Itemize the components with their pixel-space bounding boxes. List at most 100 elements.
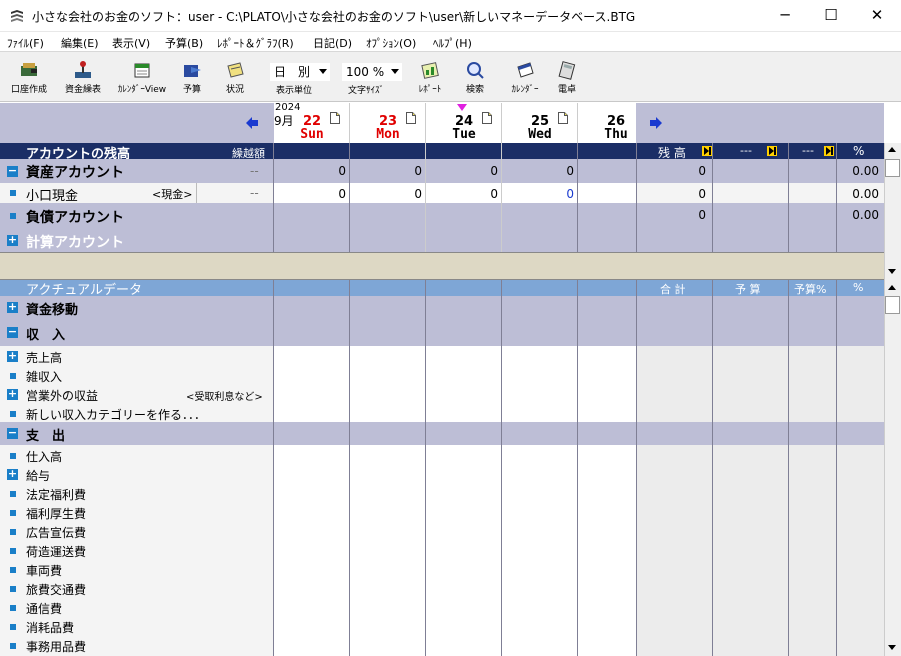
scroll-up-icon[interactable] xyxy=(888,285,896,290)
category-day-cells[interactable] xyxy=(274,366,636,385)
collapse-icon[interactable]: − xyxy=(7,427,18,439)
category-label: 雑収入 xyxy=(26,370,63,384)
column-menu-icon[interactable] xyxy=(702,146,712,156)
actual-scrollbar[interactable] xyxy=(884,280,901,656)
menu-help[interactable]: ﾍﾙﾌﾟ(H) xyxy=(433,35,472,51)
category-day-cells[interactable] xyxy=(274,404,636,423)
category-day-cells[interactable] xyxy=(274,503,636,522)
calendar-button[interactable]: ｶﾚﾝﾀﾞｰ xyxy=(500,60,550,95)
arrow-right-icon[interactable] xyxy=(650,117,662,129)
category-day-cells[interactable] xyxy=(274,598,636,617)
report-button[interactable]: ﾚﾎﾟｰﾄ xyxy=(410,60,450,95)
budget-icon xyxy=(184,65,201,77)
arrow-left-icon[interactable] xyxy=(246,117,258,129)
note-icon[interactable] xyxy=(330,112,340,124)
bullet-icon xyxy=(10,213,16,219)
budget-button[interactable]: 予算 xyxy=(177,60,207,95)
cash-value[interactable]: 0 xyxy=(534,187,574,201)
menu-diary[interactable]: 日記(D) xyxy=(313,35,352,51)
menu-file[interactable]: ﾌｧｲﾙ(F) xyxy=(7,35,44,51)
category-day-cells[interactable] xyxy=(274,385,636,404)
category-day-cells[interactable] xyxy=(274,484,636,503)
expense-header-label: 支 出 xyxy=(26,429,66,444)
cash-value[interactable]: 0 xyxy=(306,187,346,201)
column-menu-icon[interactable] xyxy=(767,146,777,156)
main-grid: 2024 9月 22 Sun 23 Mon 24 Tue 25 Wed 26 Thu アカウントの… xyxy=(0,102,901,656)
budget-column-header: 予 算 xyxy=(735,283,761,296)
category-day-cells[interactable] xyxy=(274,636,636,655)
expand-icon[interactable]: + xyxy=(7,234,18,246)
dash-column-header-1: --- xyxy=(740,144,752,157)
asset-value: 0 xyxy=(566,164,574,178)
category-day-cells[interactable] xyxy=(274,617,636,636)
category-day-cells[interactable] xyxy=(274,579,636,598)
scroll-thumb[interactable] xyxy=(885,296,900,314)
asset-account-row[interactable] xyxy=(0,159,884,183)
cash-pct: 0.00 xyxy=(852,187,879,201)
expand-icon[interactable]: + xyxy=(7,468,18,480)
calculator-button[interactable]: 電卓 xyxy=(553,60,581,95)
menu-edit[interactable]: 編集(E) xyxy=(61,35,99,51)
petty-cash-label: 小口現金 xyxy=(26,189,79,204)
grid-line xyxy=(712,143,713,252)
grid-line xyxy=(501,103,502,252)
note-icon[interactable] xyxy=(482,112,492,124)
collapse-icon[interactable]: − xyxy=(7,326,18,338)
expand-icon[interactable]: + xyxy=(7,388,18,400)
minimize-button[interactable]: ─ xyxy=(762,0,808,32)
category-label: 仕入高 xyxy=(26,450,63,464)
scroll-up-icon[interactable] xyxy=(888,147,896,152)
note-icon[interactable] xyxy=(558,112,568,124)
bullet-icon xyxy=(10,510,16,516)
category-label: 給与 xyxy=(26,469,51,483)
menu-budget[interactable]: 予算(B) xyxy=(165,35,203,51)
collapse-icon[interactable]: − xyxy=(7,165,18,177)
grid-line xyxy=(577,143,578,252)
grid-line xyxy=(425,103,426,252)
menu-options[interactable]: ｵﾌﾟｼｮﾝ(O) xyxy=(366,35,416,51)
close-button[interactable]: ✕ xyxy=(854,0,900,32)
category-label: 車両費 xyxy=(26,564,63,578)
bullet-icon xyxy=(10,190,16,196)
display-unit-label: 表示単位 xyxy=(276,86,313,96)
category-day-cells[interactable] xyxy=(274,446,636,465)
cash-value[interactable]: 0 xyxy=(382,187,422,201)
ledger-button[interactable]: 資金繰表 xyxy=(60,60,106,95)
menu-report[interactable]: ﾚﾎﾟｰﾄ＆ｸﾞﾗﾌ(R) xyxy=(217,35,294,51)
maximize-button[interactable]: ☐ xyxy=(808,0,854,32)
font-size-select[interactable]: 100 % xyxy=(342,63,402,81)
total-column-header: 合 計 xyxy=(660,283,686,296)
scroll-down-icon[interactable] xyxy=(888,645,896,650)
dash-column-header-2: --- xyxy=(802,144,814,157)
search-button[interactable]: 検索 xyxy=(460,60,490,95)
title-bar: 小さな会社のお金のソフト：user - C:\PLATO\小さな会社のお金のソフ… xyxy=(0,0,901,32)
cash-balance: 0 xyxy=(698,187,706,201)
category-day-cells[interactable] xyxy=(274,522,636,541)
bullet-icon xyxy=(10,548,16,554)
category-day-cells[interactable] xyxy=(274,560,636,579)
grid-line xyxy=(425,280,426,656)
cash-value[interactable]: 0 xyxy=(458,187,498,201)
expand-icon[interactable]: + xyxy=(7,350,18,362)
scroll-down-icon[interactable] xyxy=(888,269,896,274)
category-day-cells[interactable] xyxy=(274,465,636,484)
month-label: 9月 xyxy=(274,114,294,128)
bullet-icon xyxy=(10,586,16,592)
note-icon[interactable] xyxy=(406,112,416,124)
grid-line xyxy=(788,143,789,252)
bullet-icon xyxy=(10,453,16,459)
column-menu-icon[interactable] xyxy=(824,146,834,156)
account-create-button[interactable]: 口座作成 xyxy=(4,60,54,95)
menu-view[interactable]: 表示(V) xyxy=(112,35,150,51)
expand-icon[interactable]: + xyxy=(7,301,18,313)
menu-bar: ﾌｧｲﾙ(F) 編集(E) 表示(V) 予算(B) ﾚﾎﾟｰﾄ＆ｸﾞﾗﾌ(R) … xyxy=(0,32,901,52)
chevron-down-icon xyxy=(391,69,399,74)
category-day-cells[interactable] xyxy=(274,541,636,560)
status-button[interactable]: 状況 xyxy=(220,60,250,95)
liability-calc-band xyxy=(0,203,884,252)
asset-value: 0 xyxy=(414,164,422,178)
display-unit-select[interactable]: 日 別 xyxy=(270,63,330,81)
scroll-thumb[interactable] xyxy=(885,159,900,177)
calendar-view-button[interactable]: ｶﾚﾝﾀﾞｰView xyxy=(112,60,172,95)
category-day-cells[interactable] xyxy=(274,347,636,366)
